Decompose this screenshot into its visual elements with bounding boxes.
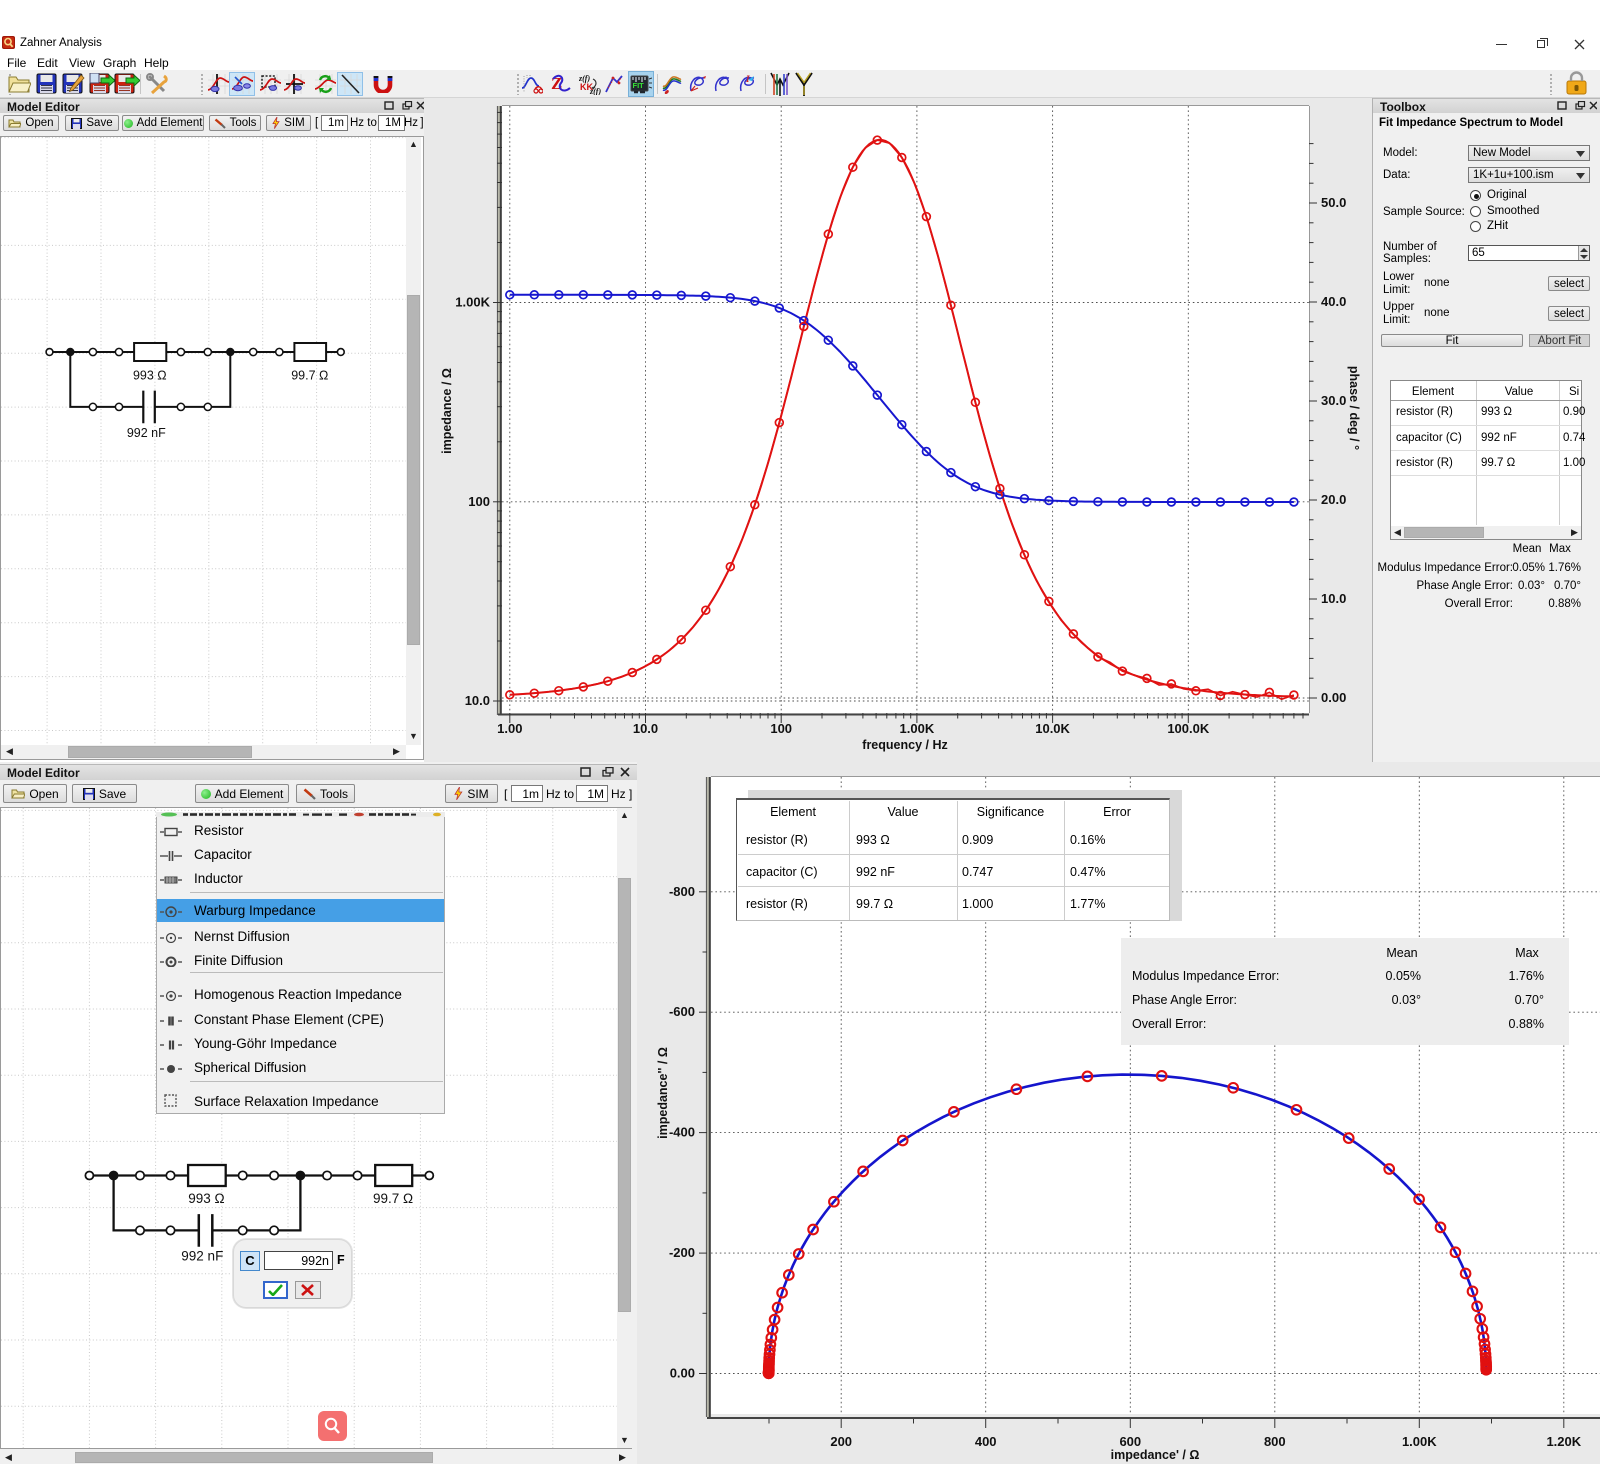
svg-text:-200: -200 <box>669 1245 695 1260</box>
svg-text:0.00: 0.00 <box>1321 690 1346 705</box>
svg-text:200: 200 <box>830 1434 852 1449</box>
svg-text:30.0: 30.0 <box>1321 393 1346 408</box>
svg-text:800: 800 <box>1264 1434 1286 1449</box>
svg-text:FIT: FIT <box>633 81 645 90</box>
svg-text:frequency / Hz: frequency / Hz <box>862 738 947 752</box>
svg-text:impedance'' / Ω: impedance'' / Ω <box>656 1047 670 1139</box>
svg-text:-800: -800 <box>669 884 695 899</box>
svg-text:10.0: 10.0 <box>633 721 658 736</box>
svg-text:-400: -400 <box>669 1125 695 1140</box>
svg-text:40.0: 40.0 <box>1321 294 1346 309</box>
svg-text:400: 400 <box>975 1434 997 1449</box>
svg-text:992 nF: 992 nF <box>181 1248 223 1263</box>
svg-text:1.00: 1.00 <box>497 721 522 736</box>
svg-text:1.20K: 1.20K <box>1546 1434 1581 1449</box>
svg-text:10.0: 10.0 <box>1321 591 1346 606</box>
svg-text:100: 100 <box>468 494 490 509</box>
svg-text:20.0: 20.0 <box>1321 492 1346 507</box>
svg-text:993 Ω: 993 Ω <box>133 369 167 383</box>
svg-text:I: I <box>745 74 750 84</box>
svg-text:-600: -600 <box>669 1004 695 1019</box>
svg-text:0.00: 0.00 <box>670 1366 695 1381</box>
svg-text:phase / deg / °: phase / deg / ° <box>1347 366 1361 450</box>
svg-text:99.7 Ω: 99.7 Ω <box>373 1191 413 1206</box>
svg-text:z(f): z(f) <box>589 87 601 95</box>
svg-text:100: 100 <box>770 721 792 736</box>
svg-text:993 Ω: 993 Ω <box>188 1191 224 1206</box>
svg-text:99.7 Ω: 99.7 Ω <box>291 369 328 383</box>
svg-text:1.00K: 1.00K <box>900 721 935 736</box>
svg-text:impedance' / Ω: impedance' / Ω <box>1111 1448 1200 1462</box>
svg-text:impedance / Ω: impedance / Ω <box>440 368 454 454</box>
svg-text:10.0: 10.0 <box>465 693 490 708</box>
svg-text:100.0K: 100.0K <box>1167 721 1210 736</box>
svg-text:10.0K: 10.0K <box>1035 721 1070 736</box>
svg-text:992 nF: 992 nF <box>127 426 166 440</box>
svg-text:50.0: 50.0 <box>1321 195 1346 210</box>
svg-text:600: 600 <box>1119 1434 1141 1449</box>
svg-text:1.00K: 1.00K <box>1402 1434 1437 1449</box>
svg-text:1.00K: 1.00K <box>455 295 490 310</box>
